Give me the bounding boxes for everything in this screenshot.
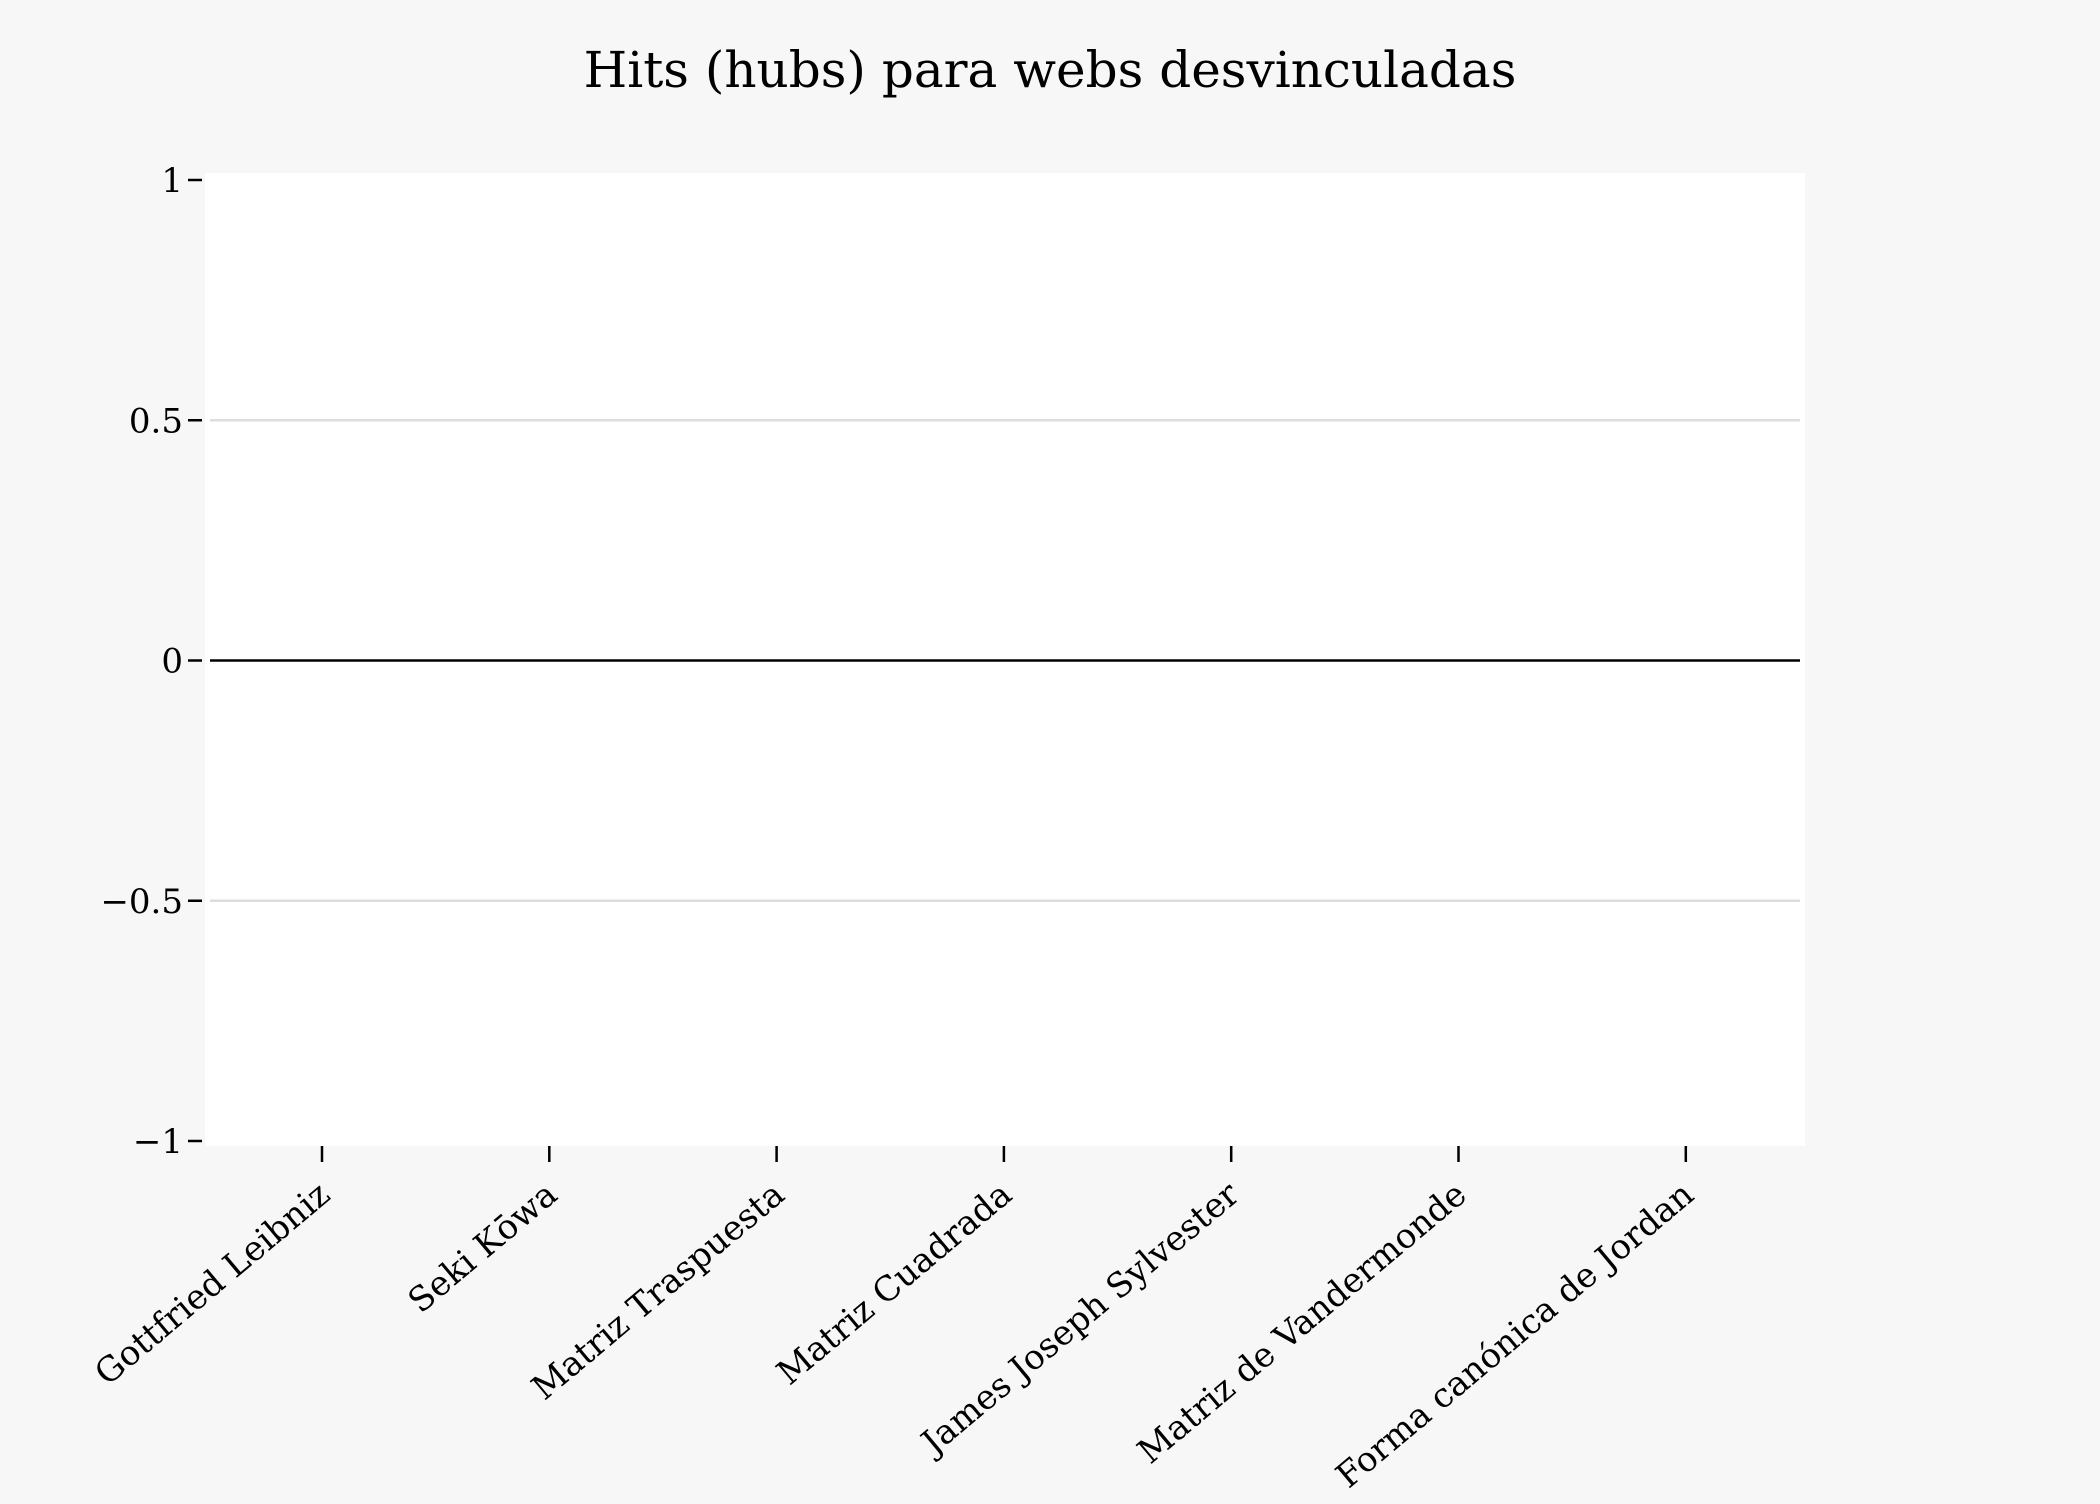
y-tick-label: 1	[161, 161, 183, 201]
y-tick-label: −0.5	[100, 882, 183, 922]
x-tick-label: Seki Kōwa	[401, 1174, 565, 1321]
y-axis-ticks: −1 −0.5 0 0.5 1	[100, 161, 202, 1162]
chart-svg: Hits (hubs) para webs desvinculadas −1 −0…	[87, 41, 1805, 1496]
x-axis-ticks: Gottfried Leibniz Seki KōwaMatriz Traspue…	[87, 1146, 1702, 1496]
x-tick-label: Forma canónica de Jordan	[1329, 1174, 1702, 1496]
x-tick-label: Gottfried Leibniz	[87, 1174, 337, 1393]
x-tick-label: Matriz Traspuesta	[524, 1174, 792, 1408]
chart-title: Hits (hubs) para webs desvinculadas	[584, 41, 1517, 99]
y-tick-label: 0	[161, 642, 183, 682]
chart: Hits (hubs) para webs desvinculadas −1 −0…	[0, 0, 2100, 1500]
x-tick-label: Matriz Cuadrada	[769, 1174, 1019, 1393]
y-tick-label: 0.5	[129, 401, 183, 441]
y-tick-label: −1	[133, 1122, 183, 1162]
